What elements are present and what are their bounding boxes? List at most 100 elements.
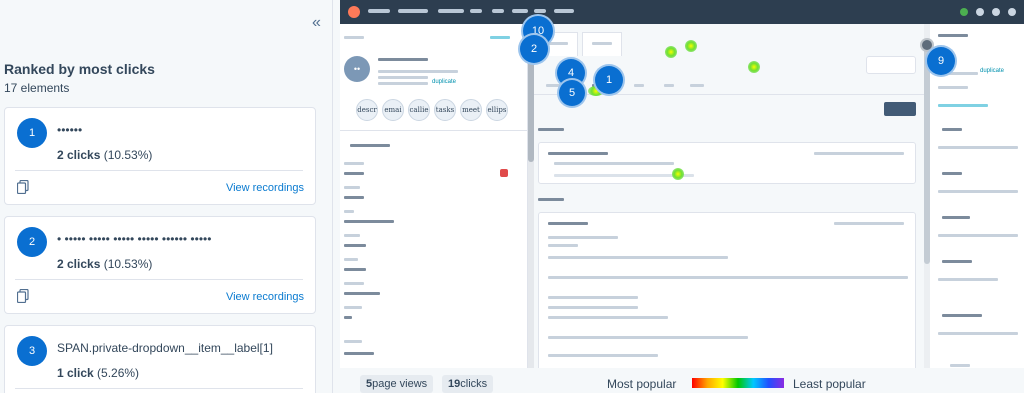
placeholder-text [344,340,362,343]
section-header [938,34,968,37]
click-marker[interactable]: 2 [518,33,550,65]
placeholder-text [548,336,748,339]
placeholder-text [592,42,612,45]
section-header [942,128,962,131]
card-divider [15,170,303,171]
nav-item [368,9,390,13]
top-nav-icon [1008,8,1016,16]
action-more[interactable]: ellips [486,99,508,121]
placeholder-text [344,244,366,247]
preview-primary-button[interactable] [884,102,916,116]
placeholder-text [548,354,658,357]
nav-item [398,9,428,13]
placeholder-text [548,256,728,259]
rank-badge: 3 [17,336,47,366]
placeholder-text [378,58,428,61]
card-divider [15,388,303,389]
placeholder-text [938,234,1018,237]
collapse-icon[interactable]: « [312,14,321,32]
view-recordings-link[interactable]: View recordings [226,182,304,194]
nav-item [470,9,482,13]
top-nav-icon [992,8,1000,16]
duplicate-link[interactable]: duplicate [980,68,1004,74]
placeholder-text [344,282,364,285]
click-marker[interactable]: 5 [557,78,587,108]
top-nav-icon [976,8,984,16]
view-recordings-link[interactable]: View recordings [226,291,304,303]
click-count: 2 clicks (10.53%) [57,148,153,162]
placeholder-text [344,210,354,213]
placeholder-text [938,146,1018,149]
heat-spot [672,168,684,180]
nav-item [534,9,546,13]
top-nav-icon [960,8,968,16]
heatmap-page: « Ranked by most clicks 17 elements 1 ••… [0,0,1024,393]
rank-badge: 1 [17,118,47,148]
click-marker[interactable]: 1 [593,64,625,96]
placeholder-text [344,196,364,199]
nav-item [512,9,528,13]
click-count: 2 clicks (10.53%) [57,257,153,271]
click-marker[interactable]: 9 [925,45,957,77]
duplicate-link[interactable]: duplicate [432,79,456,85]
section-divider [340,130,528,131]
copy-icon[interactable] [17,180,29,194]
section-header [538,198,564,201]
card-divider [15,279,303,280]
click-count: 1 click (5.26%) [57,366,140,380]
placeholder-text [344,234,360,237]
action-email[interactable]: emai [382,99,404,121]
placeholder-text [344,316,352,319]
heat-spot [665,46,677,58]
placeholder-text [344,186,360,189]
preview-contact-column: •• duplicate descr emai callie tasks mee… [340,24,528,368]
heatmap-footer: 5 page views 19 clicks Most popular Leas… [340,370,1024,393]
heat-spot [685,40,697,52]
placeholder-text [548,42,568,45]
placeholder-text [548,152,608,155]
placeholder-text [344,306,362,309]
placeholder-text [634,84,644,87]
placeholder-text [344,220,394,223]
element-label: SPAN.private-dropdown__item__label[1] [57,341,273,355]
ranked-element-card[interactable]: 3 SPAN.private-dropdown__item__label[1] … [4,325,316,393]
action-description[interactable]: descr [356,99,378,121]
placeholder-text [664,84,674,87]
nav-item [554,9,574,13]
placeholder-text [378,70,458,73]
section-header [538,128,564,131]
placeholder-text [344,162,364,165]
preview-top-nav [340,0,1024,24]
ranked-element-card[interactable]: 2 • ••••• ••••• ••••• ••••• •••••• •••••… [4,216,316,314]
clicks-pill: 19 clicks [442,375,494,393]
avatar: •• [344,56,370,82]
placeholder-text [344,258,358,261]
placeholder-text [938,332,1018,335]
placeholder-text [548,222,588,225]
popularity-gradient [692,378,784,388]
placeholder-text [554,162,674,165]
red-action-button[interactable] [500,169,508,177]
preview-dropdown[interactable] [866,56,916,74]
copy-icon[interactable] [17,289,29,303]
element-label: •••••• [57,123,83,137]
placeholder-text [938,86,968,89]
heat-spot [748,61,760,73]
section-header [942,172,962,175]
page-preview: •• duplicate descr emai callie tasks mee… [340,0,1024,368]
element-label: • ••••• ••••• ••••• ••••• •••••• ••••• [57,232,212,246]
ranking-sidebar: « Ranked by most clicks 17 elements 1 ••… [0,0,333,393]
ranked-element-card[interactable]: 1 •••••• 2 clicks (10.53%) View recordin… [4,107,316,205]
placeholder-text [344,268,366,271]
placeholder-text [834,222,904,225]
hubspot-logo-icon [348,6,360,18]
section-header [942,260,972,263]
action-tasks[interactable]: tasks [434,99,456,121]
action-call[interactable]: callie [408,99,430,121]
action-meet[interactable]: meet [460,99,482,121]
placeholder-text [344,36,364,39]
placeholder-text [950,364,970,367]
sidebar-title: Ranked by most clicks [4,61,155,77]
placeholder-text [938,190,1018,193]
placeholder-text [490,36,510,39]
